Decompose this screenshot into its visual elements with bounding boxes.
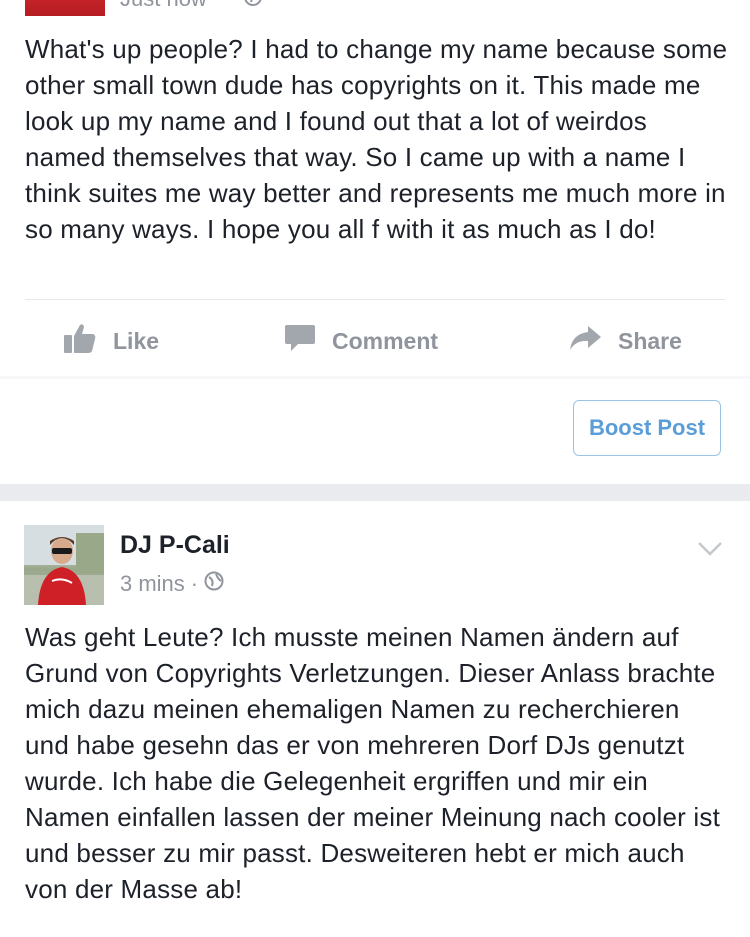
- post-text: Was geht Leute? Ich musste meinen Namen …: [25, 622, 720, 904]
- post-card: DJ P-Cali 3 mins · Was geht Leute? Ich m…: [0, 501, 750, 937]
- post-meta: 3 mins ·: [120, 571, 224, 597]
- post-author-name[interactable]: DJ P-Cali: [120, 531, 230, 560]
- post-timestamp[interactable]: 3 mins: [120, 571, 185, 597]
- speech-bubble-icon: [284, 322, 332, 360]
- post-timestamp[interactable]: Just now: [120, 0, 207, 12]
- meta-separator: ·: [190, 571, 199, 596]
- feed-separator: [0, 484, 750, 501]
- boost-post-button[interactable]: Boost Post: [573, 400, 721, 456]
- chevron-down-icon[interactable]: [697, 541, 723, 562]
- share-button[interactable]: Share: [568, 310, 682, 372]
- thumbs-up-icon: [63, 322, 113, 360]
- divider: [25, 299, 725, 300]
- like-button[interactable]: Like: [63, 310, 159, 372]
- avatar[interactable]: [25, 0, 105, 16]
- globe-icon: [244, 0, 262, 11]
- post-card: Just now What's up people? I had to chan…: [0, 0, 750, 484]
- avatar[interactable]: [24, 525, 104, 605]
- comment-button[interactable]: Comment: [284, 310, 438, 372]
- like-label: Like: [113, 327, 160, 354]
- share-arrow-icon: [568, 324, 618, 358]
- post-text: What's up people? I had to change my nam…: [25, 34, 728, 244]
- comment-label: Comment: [332, 327, 439, 354]
- divider: [0, 376, 750, 379]
- globe-icon: [204, 571, 224, 597]
- action-bar: Like Comment Share: [0, 310, 750, 372]
- share-label: Share: [618, 327, 682, 354]
